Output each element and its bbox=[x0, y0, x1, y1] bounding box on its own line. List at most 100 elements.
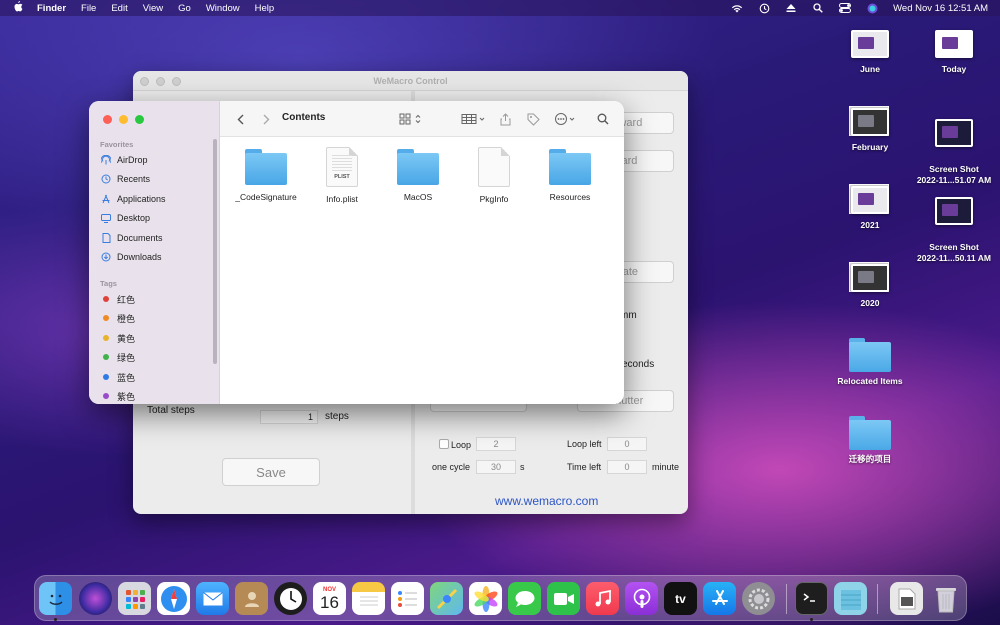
desktop-item-june[interactable]: June bbox=[825, 30, 915, 75]
file-item-resources[interactable]: Resources bbox=[532, 149, 608, 202]
menu-go[interactable]: Go bbox=[178, 3, 191, 14]
dock-app-store-icon[interactable] bbox=[703, 582, 736, 615]
view-icons-icon[interactable] bbox=[398, 112, 424, 126]
minimize-button[interactable] bbox=[119, 115, 128, 124]
eject-icon[interactable] bbox=[785, 3, 797, 13]
favorites-heading: Favorites bbox=[100, 140, 134, 149]
dock-system-preferences-icon[interactable] bbox=[742, 582, 775, 615]
minimize-button[interactable] bbox=[156, 77, 165, 86]
sidebar-item-desktop[interactable]: Desktop bbox=[101, 212, 150, 224]
menu-help[interactable]: Help bbox=[255, 3, 275, 14]
share-icon[interactable] bbox=[498, 112, 512, 126]
back-icon[interactable] bbox=[234, 112, 246, 126]
image-thumbnail-icon bbox=[849, 184, 889, 214]
tags-heading: Tags bbox=[100, 279, 117, 288]
save-button[interactable]: Save bbox=[222, 458, 320, 486]
dock-reminders-icon[interactable] bbox=[391, 582, 424, 615]
menu-app-name[interactable]: Finder bbox=[37, 3, 66, 14]
desktop-item-migrated-items[interactable]: 迁移的项目 bbox=[825, 416, 915, 465]
dock-tv-icon[interactable]: tv bbox=[664, 582, 697, 615]
sidebar-item-recents[interactable]: Recents bbox=[101, 173, 150, 185]
search-icon[interactable] bbox=[596, 112, 610, 126]
desktop-item-screenshot-2[interactable]: Screen Shot 2022-11...50.11 AM bbox=[909, 186, 999, 264]
dock-siri-icon[interactable] bbox=[79, 582, 112, 615]
group-by-icon[interactable] bbox=[460, 112, 488, 126]
sidebar-tag-purple[interactable]: 紫色 bbox=[101, 390, 135, 402]
loop-checkbox[interactable] bbox=[439, 439, 449, 449]
dock-launchpad-icon[interactable] bbox=[118, 582, 151, 615]
dock-facetime-icon[interactable] bbox=[547, 582, 580, 615]
total-steps-field[interactable]: 1 bbox=[260, 410, 318, 424]
sidebar-tag-green[interactable]: 绿色 bbox=[101, 351, 135, 363]
website-link[interactable]: www.wemacro.com bbox=[495, 494, 598, 508]
plist-file-icon: PLIST bbox=[326, 147, 358, 187]
zoom-button[interactable] bbox=[172, 77, 181, 86]
menu-view[interactable]: View bbox=[143, 3, 163, 14]
dock-separator bbox=[786, 584, 787, 614]
menu-file[interactable]: File bbox=[81, 3, 96, 14]
sidebar-tag-blue[interactable]: 蓝色 bbox=[101, 371, 135, 383]
dock-finder-icon[interactable] bbox=[39, 582, 72, 615]
dock-podcasts-icon[interactable] bbox=[625, 582, 658, 615]
sidebar-item-documents[interactable]: Documents bbox=[101, 232, 163, 244]
menu-clock[interactable]: Wed Nov 16 12:51 AM bbox=[893, 3, 988, 14]
dock-photos-icon[interactable] bbox=[469, 582, 502, 615]
sidebar-scrollbar[interactable] bbox=[213, 139, 217, 364]
more-actions-icon[interactable] bbox=[553, 112, 579, 126]
sidebar-tag-red[interactable]: 红色 bbox=[101, 293, 135, 305]
menu-window[interactable]: Window bbox=[206, 3, 240, 14]
close-button[interactable] bbox=[103, 115, 112, 124]
close-button[interactable] bbox=[140, 77, 149, 86]
tag-dot-icon bbox=[103, 335, 109, 341]
dock-terminal-icon[interactable] bbox=[795, 582, 828, 615]
generic-file-icon bbox=[478, 147, 510, 187]
desktop-item-relocated-items[interactable]: Relocated Items bbox=[825, 338, 915, 387]
spotlight-icon[interactable] bbox=[812, 3, 824, 13]
dock-clock-icon[interactable] bbox=[274, 582, 307, 615]
desktop-item-february[interactable]: February bbox=[825, 106, 915, 153]
file-item-codesignature[interactable]: _CodeSignature bbox=[228, 149, 304, 202]
tag-dot-icon bbox=[103, 393, 109, 399]
tag-icon[interactable] bbox=[526, 112, 540, 126]
sidebar-tag-yellow[interactable]: 黄色 bbox=[101, 332, 135, 344]
dock-document-icon[interactable] bbox=[890, 582, 923, 615]
file-item-info-plist[interactable]: PLIST Info.plist bbox=[304, 147, 380, 204]
dock-maps-icon[interactable] bbox=[430, 582, 463, 615]
desktop-item-2021[interactable]: 2021 bbox=[825, 184, 915, 231]
dock-calendar-icon[interactable]: NOV 16 bbox=[313, 582, 346, 615]
zoom-button[interactable] bbox=[135, 115, 144, 124]
loop-count-field[interactable]: 2 bbox=[476, 437, 516, 451]
apple-menu-icon[interactable] bbox=[13, 1, 23, 15]
menu-edit[interactable]: Edit bbox=[111, 3, 127, 14]
one-cycle-field[interactable]: 30 bbox=[476, 460, 516, 474]
desktop-item-screenshot-1[interactable]: Screen Shot 2022-11...51.07 AM bbox=[909, 108, 999, 186]
dock-folder-stack-icon[interactable] bbox=[834, 582, 867, 615]
window-controls bbox=[103, 115, 144, 124]
dock-contacts-icon[interactable] bbox=[235, 582, 268, 615]
finder-toolbar: Contents bbox=[220, 101, 624, 137]
desktop-icon bbox=[101, 213, 111, 223]
running-indicator bbox=[54, 618, 57, 621]
dock-trash-icon[interactable] bbox=[929, 582, 962, 615]
control-center-icon[interactable] bbox=[839, 3, 852, 13]
dock-mail-icon[interactable] bbox=[196, 582, 229, 615]
dock-notes-icon[interactable] bbox=[352, 582, 385, 615]
sidebar-item-airdrop[interactable]: AirDrop bbox=[101, 154, 148, 166]
folder-icon bbox=[245, 149, 287, 185]
wifi-icon[interactable] bbox=[731, 3, 743, 13]
dock-safari-icon[interactable] bbox=[157, 582, 190, 615]
siri-icon[interactable] bbox=[866, 3, 878, 13]
desktop-item-2020[interactable]: 2020 bbox=[825, 262, 915, 309]
tag-dot-icon bbox=[103, 374, 109, 380]
sidebar-item-downloads[interactable]: Downloads bbox=[101, 251, 162, 263]
time-machine-icon[interactable] bbox=[758, 3, 770, 13]
sidebar-item-applications[interactable]: Applications bbox=[101, 193, 166, 205]
steps-unit-label: steps bbox=[325, 411, 349, 422]
dock-messages-icon[interactable] bbox=[508, 582, 541, 615]
file-item-pkginfo[interactable]: PkgInfo bbox=[456, 147, 532, 204]
sidebar-tag-orange[interactable]: 橙色 bbox=[101, 312, 135, 324]
desktop-item-today[interactable]: Today bbox=[909, 30, 999, 75]
file-item-macos[interactable]: MacOS bbox=[380, 149, 456, 202]
dock-music-icon[interactable] bbox=[586, 582, 619, 615]
forward-icon[interactable] bbox=[260, 112, 272, 126]
